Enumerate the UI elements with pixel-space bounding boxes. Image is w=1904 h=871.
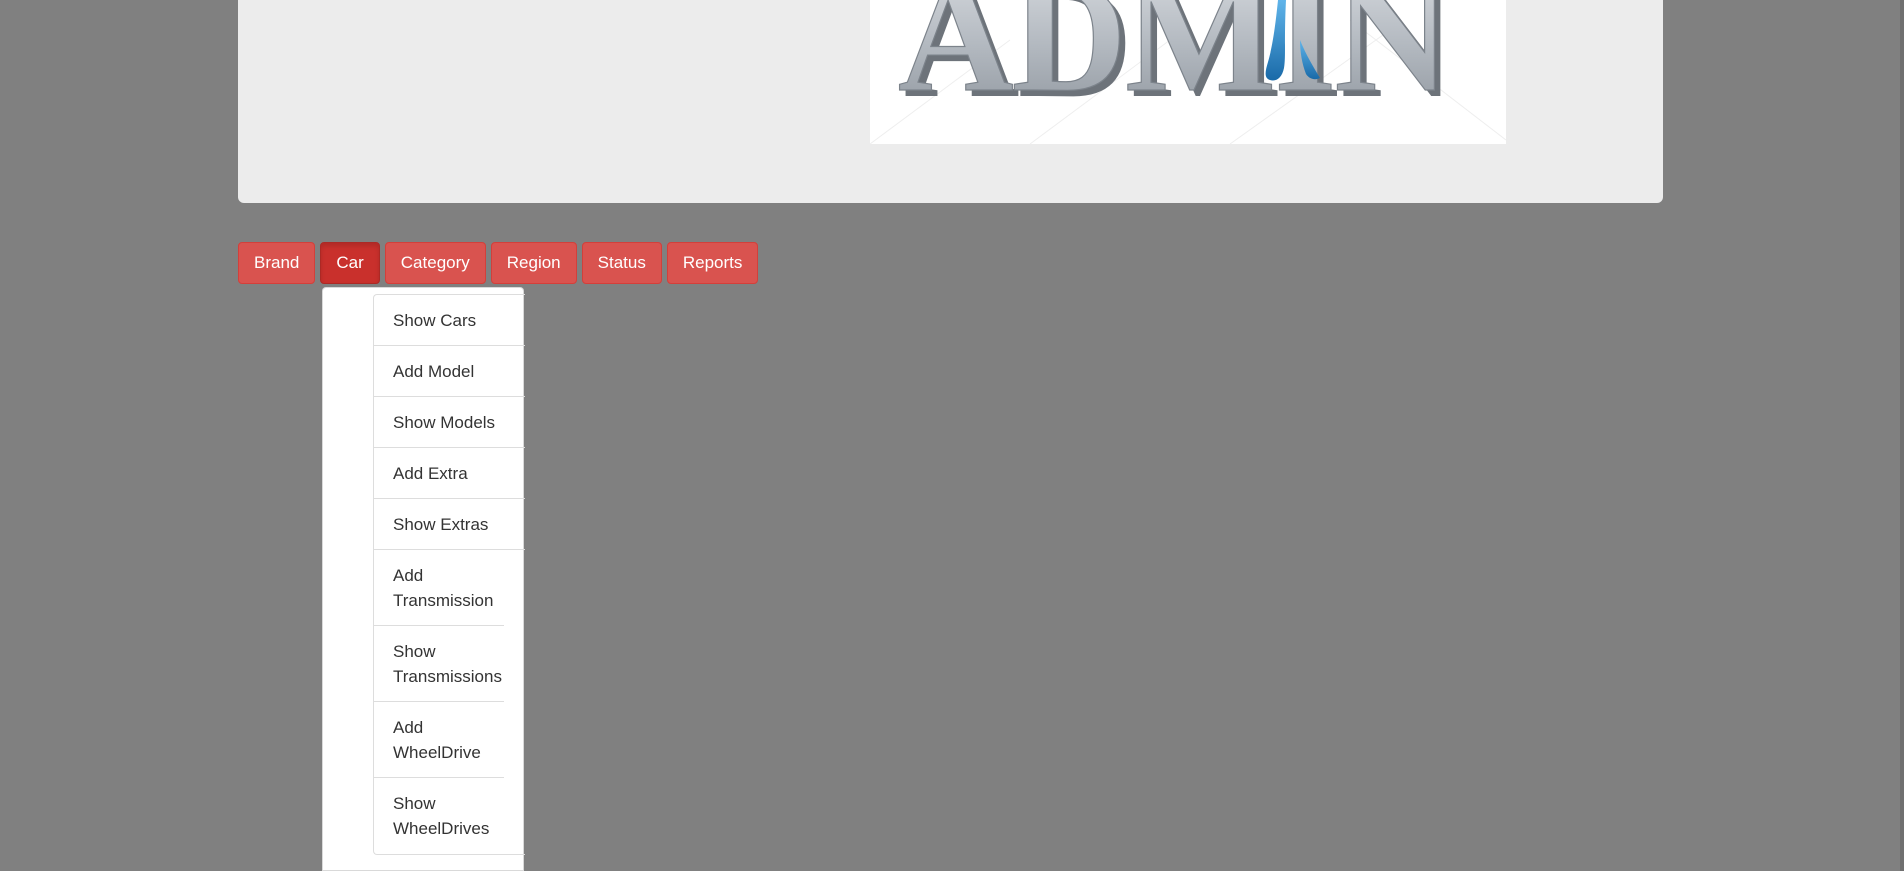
nav-region-button[interactable]: Region [490,242,577,284]
svg-text:ADMIN: ADMIN [898,0,1448,125]
menu-item-add-extra[interactable]: Add Extra [374,448,525,499]
car-dropdown-list: Show Cars Add Model Show Models Add Extr… [373,294,525,855]
window-scrollbar[interactable] [1900,0,1904,871]
menu-item-show-transmissions[interactable]: Show Transmissions [374,626,504,702]
menu-item-show-models[interactable]: Show Models [374,397,525,448]
nav-car-button[interactable]: Car [320,242,380,284]
admin-nav: Brand Car Category Region Status Reports [238,242,759,284]
nav-status-button[interactable]: Status [581,242,662,284]
nav-brand-button[interactable]: Brand [238,242,316,284]
menu-item-show-wheeldrives[interactable]: Show WheelDrives [374,778,504,854]
menu-item-add-wheeldrive[interactable]: Add WheelDrive [374,702,504,778]
nav-reports-button[interactable]: Reports [666,242,759,284]
menu-item-show-cars[interactable]: Show Cars [374,295,525,346]
admin-logo: ADMIN ADMIN [870,0,1506,144]
menu-item-add-model[interactable]: Add Model [374,346,525,397]
admin-logo-graphic: ADMIN ADMIN [870,0,1506,144]
hero-panel: ADMIN ADMIN [238,0,1663,203]
page: ADMIN ADMIN Brand Car Category Region St… [0,0,1904,871]
menu-item-show-extras[interactable]: Show Extras [374,499,525,550]
menu-item-add-transmission[interactable]: Add Transmission [374,550,504,626]
car-dropdown-menu: Show Cars Add Model Show Models Add Extr… [322,287,525,871]
nav-category-button[interactable]: Category [384,242,486,284]
